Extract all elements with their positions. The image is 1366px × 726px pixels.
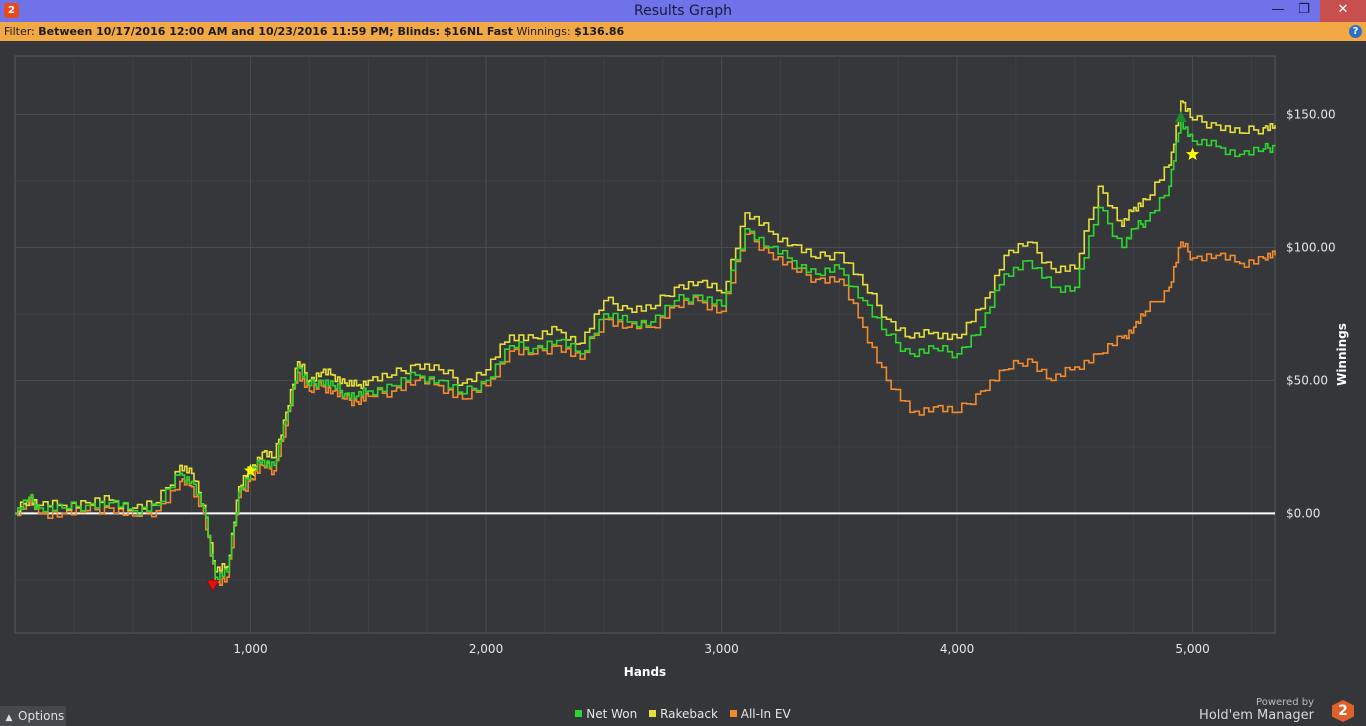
- brand-name: Hold'em Manager: [1199, 708, 1314, 723]
- chart-legend: Net Won Rakeback All-In EV: [0, 707, 1366, 721]
- filter-text: Between 10/17/2016 12:00 AM and 10/23/20…: [38, 25, 513, 38]
- options-button[interactable]: ▲ Options: [0, 706, 66, 726]
- y-tick-label: $50.00: [1286, 373, 1328, 387]
- legend-label: Net Won: [586, 707, 638, 721]
- y-axis-label: Winnings: [1335, 323, 1349, 386]
- minimize-button[interactable]: —: [1264, 0, 1292, 22]
- legend-label: Rakeback: [660, 707, 718, 721]
- filter-bar: Filter: Between 10/17/2016 12:00 AM and …: [0, 22, 1366, 41]
- results-chart: 1,000 2,000 3,000 4,000 5,000 $0.00 $50.00 $100…: [14, 55, 1349, 679]
- winnings-label: Winnings:: [516, 25, 571, 38]
- net-won-swatch: [575, 710, 583, 717]
- x-tick-label: 2,000: [469, 642, 503, 656]
- x-tick-label: 3,000: [704, 642, 738, 656]
- filter-label: Filter:: [4, 25, 35, 38]
- powered-by-text: Powered by: [1256, 697, 1314, 708]
- x-axis-label: Hands: [624, 665, 666, 679]
- title-bar: 2 Results Graph — ❐ ✕: [0, 0, 1366, 22]
- winnings-value: $136.86: [574, 25, 625, 38]
- brand-logo-icon: 2: [1332, 700, 1354, 722]
- y-tick-label: $150.00: [1286, 107, 1336, 121]
- plot-area: [14, 55, 1276, 634]
- x-tick-label: 4,000: [940, 642, 974, 656]
- legend-item-rakeback[interactable]: Rakeback: [649, 707, 718, 721]
- x-tick-label: 5,000: [1175, 642, 1209, 656]
- options-label: Options: [18, 709, 65, 723]
- legend-label: All-In EV: [740, 707, 791, 721]
- legend-item-net-won[interactable]: Net Won: [575, 707, 637, 721]
- allin-ev-swatch: [729, 710, 737, 717]
- x-tick-label: 1,000: [233, 642, 267, 656]
- branding: Powered by Hold'em Manager 2: [1199, 697, 1354, 726]
- window-title: Results Graph: [634, 3, 732, 19]
- y-tick-label: $0.00: [1286, 506, 1320, 520]
- help-icon[interactable]: ?: [1349, 25, 1362, 38]
- rakeback-swatch: [649, 710, 657, 717]
- maximize-button[interactable]: ❐: [1290, 0, 1318, 22]
- close-button[interactable]: ✕: [1320, 0, 1366, 22]
- chevron-up-icon: ▲: [5, 713, 13, 723]
- legend-item-allin-ev[interactable]: All-In EV: [729, 707, 791, 721]
- y-tick-label: $100.00: [1286, 240, 1336, 254]
